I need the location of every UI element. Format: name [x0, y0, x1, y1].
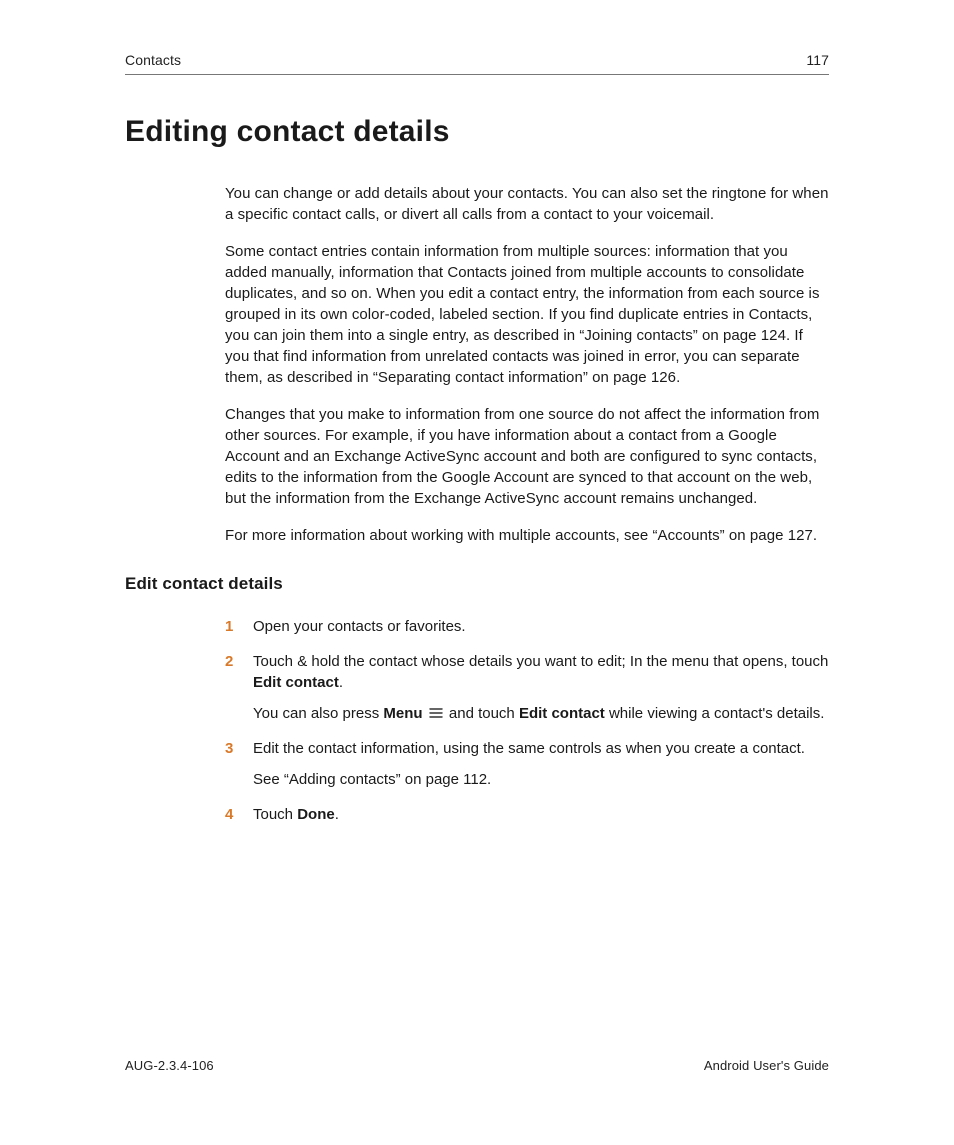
- running-footer: AUG-2.3.4-106 Android User's Guide: [125, 1058, 829, 1073]
- paragraph: Changes that you make to information fro…: [225, 404, 829, 509]
- step-item: 2 Touch & hold the contact whose details…: [225, 651, 829, 724]
- running-header: Contacts 117: [125, 52, 829, 75]
- document-page: Contacts 117 Editing contact details You…: [0, 0, 954, 1145]
- step-text: See “Adding contacts” on page 112.: [253, 769, 829, 790]
- step-text: Edit the contact information, using the …: [253, 738, 829, 759]
- subheading: Edit contact details: [125, 574, 829, 594]
- paragraph: You can change or add details about your…: [225, 183, 829, 225]
- body-text: You can change or add details about your…: [225, 183, 829, 546]
- step-text: Open your contacts or favorites.: [253, 616, 829, 637]
- header-section: Contacts: [125, 52, 181, 68]
- step-item: 4 Touch Done.: [225, 804, 829, 825]
- step-number: 4: [225, 804, 233, 825]
- numbered-steps: 1 Open your contacts or favorites. 2 Tou…: [225, 616, 829, 825]
- step-text: You can also press Menu and touch Edit c…: [253, 703, 829, 724]
- page-title: Editing contact details: [125, 115, 829, 149]
- step-text: Touch & hold the contact whose details y…: [253, 651, 829, 693]
- step-item: 3 Edit the contact information, using th…: [225, 738, 829, 790]
- step-number: 2: [225, 651, 233, 672]
- footer-doc-id: AUG-2.3.4-106: [125, 1058, 214, 1073]
- step-text: Touch Done.: [253, 804, 829, 825]
- step-number: 3: [225, 738, 233, 759]
- paragraph: For more information about working with …: [225, 525, 829, 546]
- step-item: 1 Open your contacts or favorites.: [225, 616, 829, 637]
- step-number: 1: [225, 616, 233, 637]
- footer-doc-title: Android User's Guide: [704, 1058, 829, 1073]
- paragraph: Some contact entries contain information…: [225, 241, 829, 388]
- header-page-number: 117: [806, 52, 829, 68]
- menu-icon: [429, 707, 443, 719]
